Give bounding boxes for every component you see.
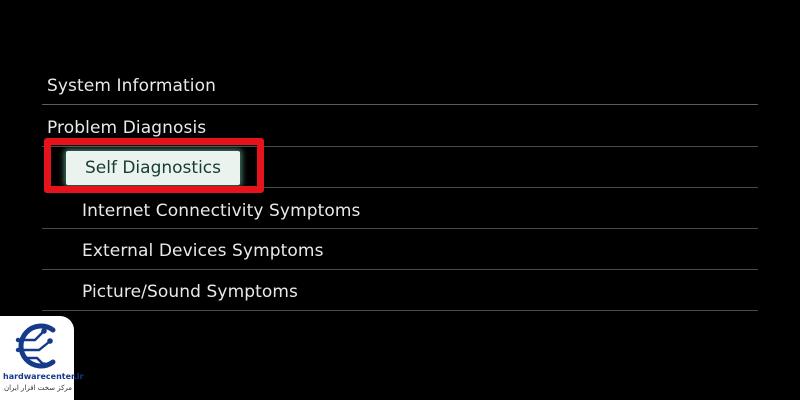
menu-divider — [42, 269, 758, 270]
watermark-tagline: مرکز سخت افزار ایران — [3, 384, 73, 392]
menu-item-problem-diagnosis[interactable]: Problem Diagnosis — [47, 117, 206, 139]
menu-item-external-devices-symptoms[interactable]: External Devices Symptoms — [82, 240, 324, 262]
red-highlight-box — [44, 138, 264, 193]
menu-divider — [264, 187, 758, 188]
menu-divider — [42, 104, 758, 105]
tv-settings-screen: System Information Problem Diagnosis Sel… — [0, 0, 800, 400]
menu-item-system-information[interactable]: System Information — [47, 75, 216, 97]
menu-divider — [42, 310, 758, 311]
watermark-domain: hardwarecenter.ir — [3, 372, 84, 381]
watermark-logo: hardwarecenter.ir مرکز سخت افزار ایران — [0, 316, 84, 400]
circuit-logo-icon — [15, 323, 56, 369]
menu-divider — [42, 228, 758, 229]
menu-item-picture-sound-symptoms[interactable]: Picture/Sound Symptoms — [82, 281, 298, 303]
menu-item-internet-connectivity-symptoms[interactable]: Internet Connectivity Symptoms — [82, 200, 361, 222]
